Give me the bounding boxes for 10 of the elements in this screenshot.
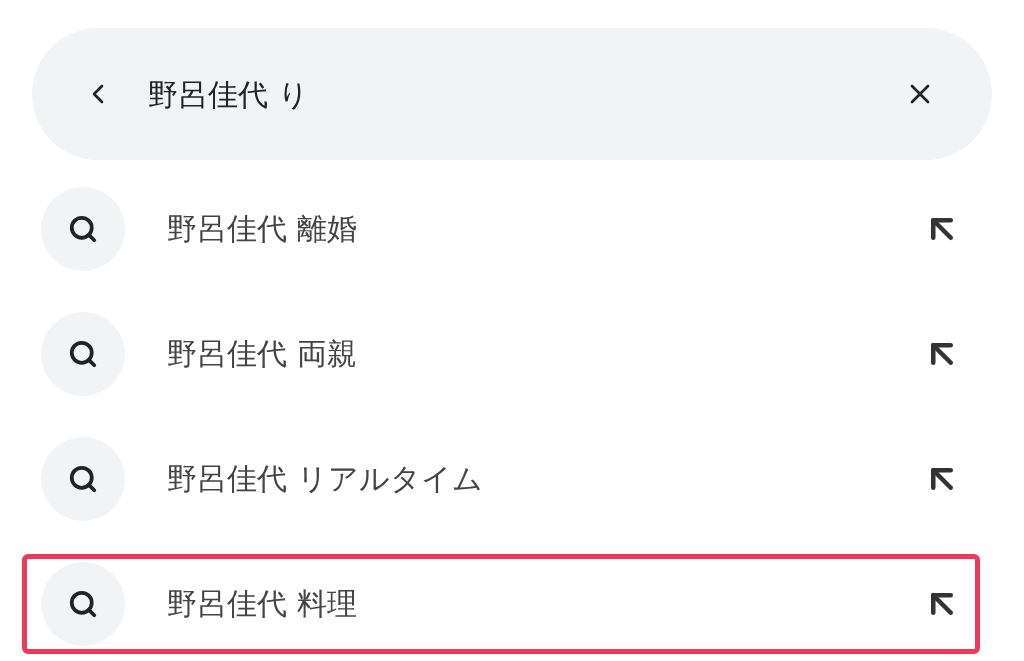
search-bar[interactable]: 野呂佳代 り: [32, 28, 992, 160]
search-field[interactable]: 野呂佳代 り: [148, 71, 904, 117]
suggestion-item[interactable]: 野呂佳代 リアルタイム: [22, 428, 980, 529]
suggestion-text: 野呂佳代 料理: [167, 585, 358, 623]
suggestion-item[interactable]: 野呂佳代 両親: [22, 303, 980, 404]
suggestion-item[interactable]: 野呂佳代 料理: [22, 553, 980, 654]
suggestion-text: 野呂佳代 両親: [167, 335, 358, 373]
suggestion-text: 野呂佳代 リアルタイム: [167, 460, 484, 498]
suggestion-text: 野呂佳代 離婚: [167, 210, 358, 248]
suggestion-item[interactable]: 野呂佳代 離婚: [22, 178, 980, 279]
